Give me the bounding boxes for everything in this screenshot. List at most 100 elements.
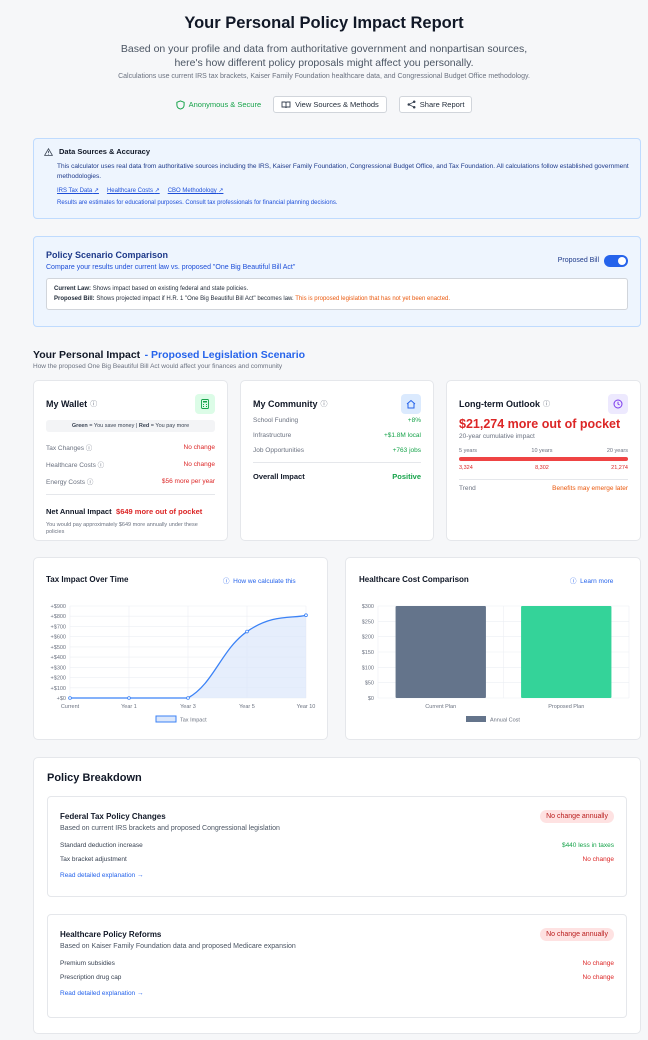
outlook-value: 8,302 xyxy=(535,465,549,471)
y-tick-label: $250 xyxy=(362,619,374,625)
policy-row-label: Prescription drug cap xyxy=(60,974,122,981)
proposed-plan-bar xyxy=(521,606,612,698)
y-tick-label: $50 xyxy=(365,681,374,687)
healthcare-costs-link[interactable]: Healthcare Costs ↗ xyxy=(107,187,160,194)
outlook-trend-value: Benefits may emerge later xyxy=(552,485,628,492)
data-point xyxy=(127,696,131,700)
legend-label: Annual Cost xyxy=(490,718,520,724)
info-icon[interactable]: ⓘ xyxy=(98,462,105,469)
external-link-icon: ↗ xyxy=(93,188,99,194)
wallet-row-label: Energy Costs xyxy=(46,479,86,486)
x-tick-label: Year 1 xyxy=(121,704,137,710)
impact-title-highlight: - Proposed Legislation Scenario xyxy=(144,349,306,361)
policy-row-label: Standard deduction increase xyxy=(60,842,143,849)
data-point xyxy=(68,696,72,700)
view-sources-button[interactable]: View Sources & Methods xyxy=(273,96,387,113)
view-sources-label: View Sources & Methods xyxy=(295,100,379,109)
wallet-title: My Wallet xyxy=(46,399,88,409)
info-icon[interactable]: ⓘ xyxy=(86,445,93,452)
external-link-icon: ↗ xyxy=(154,188,160,194)
scenario-panel: Policy Scenario Comparison Compare your … xyxy=(33,236,641,327)
home-icon xyxy=(406,399,416,409)
community-row: Infrastructure +$1.8M local xyxy=(253,432,421,439)
policy-item: Federal Tax Policy Changes No change ann… xyxy=(47,796,627,897)
policy-row: Tax bracket adjustment No change xyxy=(60,856,614,863)
header-actions: Anonymous & Secure View Sources & Method… xyxy=(0,96,648,113)
y-tick-label: $0 xyxy=(368,696,374,702)
outlook-year-label: 5 years xyxy=(459,448,478,454)
net-impact-note: You would pay approximately $649 more an… xyxy=(46,522,198,535)
scenario-subtitle: Compare your results under current law v… xyxy=(46,264,296,271)
community-row-value: +763 jobs xyxy=(392,447,421,454)
data-sources-title: Data Sources & Accuracy xyxy=(59,147,151,156)
legend-swatch xyxy=(466,716,486,722)
irs-tax-data-label: IRS Tax Data xyxy=(57,188,93,194)
y-tick-label: +$800 xyxy=(51,614,66,620)
wallet-row: Tax Changes ⓘ No change xyxy=(46,442,215,453)
proposed-bill-toggle-label: Proposed Bill xyxy=(557,257,599,264)
outlook-year-label: 20 years xyxy=(606,448,628,454)
outlook-sub: 20-year cumulative impact xyxy=(459,433,535,440)
info-icon[interactable]: ⓘ xyxy=(90,399,97,409)
policy-row: Prescription drug cap No change xyxy=(60,974,614,981)
community-row: School Funding +8% xyxy=(253,417,421,424)
policy-item-subtitle: Based on Kaiser Family Foundation data a… xyxy=(60,943,296,950)
x-tick-label: Proposed Plan xyxy=(548,704,584,710)
community-row-label: Infrastructure xyxy=(253,432,292,439)
cbo-methodology-link[interactable]: CBO Methodology ↗ xyxy=(168,187,224,194)
proposed-bill-toggle[interactable] xyxy=(604,254,628,267)
legend-swatch xyxy=(155,715,177,723)
community-row: Job Opportunities +763 jobs xyxy=(253,447,421,454)
proposed-bill-text: Shows projected impact if H.R. 1 "One Bi… xyxy=(96,296,294,302)
read-explanation-link[interactable]: Read detailed explanation → xyxy=(60,990,614,997)
read-explanation-link[interactable]: Read detailed explanation → xyxy=(60,872,614,879)
data-point xyxy=(186,696,190,700)
policy-row-value: $440 less in taxes xyxy=(561,842,614,849)
net-impact-label: Net Annual Impact xyxy=(46,507,112,516)
policy-row-value: No change xyxy=(582,856,614,863)
info-icon[interactable]: ⓘ xyxy=(321,399,328,409)
y-tick-label: +$300 xyxy=(51,665,66,671)
y-tick-label: +$400 xyxy=(51,655,66,661)
info-icon[interactable]: ⓘ xyxy=(87,479,94,486)
share-report-button[interactable]: Share Report xyxy=(398,96,473,113)
x-tick-label: Year 3 xyxy=(180,704,196,710)
outlook-year-label: 10 years xyxy=(531,448,553,454)
overall-impact: Overall Impact Positive xyxy=(253,462,421,481)
y-tick-label: +$500 xyxy=(51,645,66,651)
outlook-icon-box xyxy=(608,394,628,414)
x-tick-label: Current xyxy=(61,704,80,710)
wallet-row: Energy Costs ⓘ $56 more per year xyxy=(46,476,215,487)
scenario-legend: Current Law: Shows impact based on exist… xyxy=(46,278,628,310)
info-icon[interactable]: ⓘ xyxy=(543,399,550,409)
net-impact-value: $649 more out of pocket xyxy=(116,507,203,516)
shield-icon xyxy=(175,99,185,110)
irs-tax-data-link[interactable]: IRS Tax Data ↗ xyxy=(57,187,99,194)
secure-badge: Anonymous & Secure xyxy=(175,99,261,110)
wallet-row-label: Healthcare Costs xyxy=(46,462,96,469)
wallet-row-value: No change xyxy=(183,460,215,468)
y-tick-label: +$700 xyxy=(51,624,66,630)
outlook-trend-label: Trend xyxy=(459,485,476,492)
breakdown-title: Policy Breakdown xyxy=(47,772,142,784)
community-row-label: Job Opportunities xyxy=(253,447,304,454)
policy-item-title: Healthcare Policy Reforms xyxy=(60,930,162,939)
y-tick-label: +$900 xyxy=(51,604,66,610)
community-row-value: +$1.8M local xyxy=(383,432,421,439)
policy-item-title: Federal Tax Policy Changes xyxy=(60,812,166,821)
health-chart-card: Healthcare Cost Comparison ⓘ Learn more … xyxy=(345,557,641,740)
wallet-row-label: Tax Changes xyxy=(46,445,84,452)
wallet-icon-box xyxy=(195,394,215,414)
policy-item: Healthcare Policy Reforms No change annu… xyxy=(47,914,627,1018)
data-point xyxy=(304,613,308,617)
policy-row-label: Tax bracket adjustment xyxy=(60,856,127,863)
warning-icon xyxy=(44,147,53,156)
current-law-text: Shows impact based on existing federal a… xyxy=(92,286,249,292)
y-tick-label: $150 xyxy=(362,650,374,656)
community-icon-box xyxy=(401,394,421,414)
overall-impact-label: Overall Impact xyxy=(253,472,305,481)
x-tick-label: Current Plan xyxy=(425,704,456,710)
legend-red-text: = You pay more xyxy=(150,423,190,429)
policy-item-subtitle: Based on current IRS brackets and propos… xyxy=(60,825,280,832)
data-sources-disclaimer: Results are estimates for educational pu… xyxy=(57,200,338,206)
